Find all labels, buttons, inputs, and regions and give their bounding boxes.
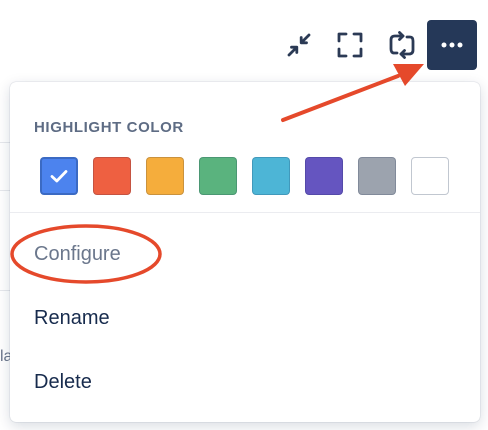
highlight-color-heading: HIGHLIGHT COLOR [34,119,184,136]
color-swatch-gray[interactable] [358,157,396,195]
checkmark-icon [50,170,68,183]
minimize-arrows-icon [287,33,311,57]
configure-menu-item[interactable]: Configure [10,226,480,282]
refresh-button[interactable] [385,28,419,62]
delete-menu-item[interactable]: Delete [10,354,480,410]
menu-divider [10,212,480,213]
color-swatch-teal[interactable] [252,157,290,195]
rename-menu-item[interactable]: Rename [10,290,480,346]
color-swatch-yellow[interactable] [146,157,184,195]
minimize-button[interactable] [282,28,316,62]
color-swatch-green[interactable] [199,157,237,195]
refresh-arrows-icon [389,31,415,59]
color-swatch-white[interactable] [411,157,449,195]
color-swatch-purple[interactable] [305,157,343,195]
more-actions-menu: HIGHLIGHT COLOR Configure Rename Delete [10,82,480,422]
fullscreen-button[interactable] [333,28,367,62]
ellipsis-icon [441,42,463,48]
color-swatch-blue[interactable] [40,157,78,195]
color-swatch-red[interactable] [93,157,131,195]
more-actions-button[interactable] [427,20,477,70]
fullscreen-corners-icon [337,32,363,58]
highlight-color-swatches [40,157,449,195]
